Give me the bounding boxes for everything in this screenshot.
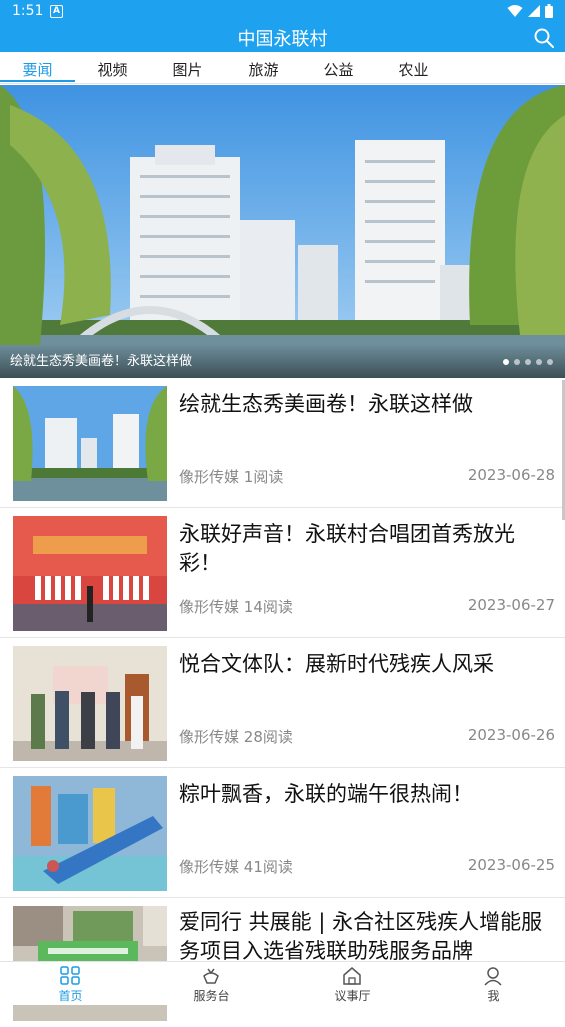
article-meta: 像形传媒 14阅读 (179, 596, 293, 617)
article-source: 像形传媒 (179, 858, 240, 876)
nav-me[interactable]: 我 (423, 962, 564, 1005)
article-thumbnail (13, 646, 167, 761)
banner-caption-bar: 绘就生态秀美画卷！永联这样做 (0, 344, 565, 378)
nav-home-label: 首页 (58, 989, 83, 1003)
article-thumbnail (13, 386, 167, 501)
nav-service[interactable]: 服务台 (141, 962, 282, 1005)
notification-icon: A (50, 5, 63, 18)
service-icon (203, 968, 219, 984)
article-title: 粽叶飘香，永联的端午很热闹！ (179, 782, 473, 806)
tab-active-indicator (0, 80, 75, 82)
nav-service-label: 服务台 (193, 989, 230, 1003)
article-source: 像形传媒 (179, 598, 240, 616)
carousel-dot[interactable] (514, 359, 520, 365)
tab-travel[interactable]: 旅游 (226, 59, 301, 80)
article-item[interactable]: 绘就生态秀美画卷！永联这样做 像形传媒 1阅读 2023-06-28 (0, 378, 565, 508)
article-source: 像形传媒 (179, 468, 240, 486)
article-date: 2023-06-25 (467, 856, 555, 874)
category-tabs: 要闻 视频 图片 旅游 公益 农业 (0, 52, 565, 84)
bottom-navigation: 首页 服务台 议事厅 我 (0, 961, 565, 1005)
nav-me-label: 我 (487, 989, 500, 1003)
app-title: 中国永联村 (237, 29, 328, 50)
article-date: 2023-06-28 (467, 466, 555, 484)
tab-news[interactable]: 要闻 (0, 59, 75, 80)
tab-pictures[interactable]: 图片 (150, 59, 225, 80)
banner-carousel[interactable]: 绘就生态秀美画卷！永联这样做 (0, 85, 565, 378)
carousel-dot[interactable] (547, 359, 553, 365)
article-source: 像形传媒 (179, 728, 240, 746)
article-title: 永联好声音！永联村合唱团首秀放光彩！ (179, 522, 515, 575)
article-item[interactable]: 粽叶飘香，永联的端午很热闹！ 像形传媒 41阅读 2023-06-25 (0, 768, 565, 898)
banner-image (0, 85, 565, 378)
article-reads: 1阅读 (243, 468, 284, 486)
carousel-dot[interactable] (525, 359, 531, 365)
carousel-indicator (503, 359, 553, 365)
nav-home[interactable]: 首页 (0, 962, 141, 1005)
article-title: 爱同行 共展能 | 永合社区残疾人增能服务项目入选省残联助残服务品牌 (179, 910, 543, 963)
article-title: 绘就生态秀美画卷！永联这样做 (179, 392, 473, 416)
article-date: 2023-06-27 (467, 596, 555, 614)
tab-charity[interactable]: 公益 (301, 59, 376, 80)
article-reads: 14阅读 (243, 598, 293, 616)
article-meta: 像形传媒 41阅读 (179, 856, 293, 877)
home-icon (343, 967, 361, 985)
article-date: 2023-06-26 (467, 726, 555, 744)
banner-caption: 绘就生态秀美画卷！永联这样做 (10, 354, 193, 369)
nav-council[interactable]: 议事厅 (282, 962, 423, 1005)
app-bar: 中国永联村 (0, 24, 565, 52)
user-icon (484, 967, 502, 986)
article-thumbnail (13, 516, 167, 631)
article-item[interactable]: 悦合文体队：展新时代残疾人风采 像形传媒 28阅读 2023-06-26 (0, 638, 565, 768)
article-item[interactable]: 永联好声音！永联村合唱团首秀放光彩！ 像形传媒 14阅读 2023-06-27 (0, 508, 565, 638)
carousel-dot[interactable] (536, 359, 542, 365)
article-reads: 41阅读 (243, 858, 293, 876)
wifi-icon (507, 5, 523, 17)
grid-icon (60, 966, 80, 985)
signal-icon (528, 5, 540, 17)
article-thumbnail (13, 776, 167, 891)
carousel-dot[interactable] (503, 359, 509, 365)
status-time: 1:51 (12, 3, 44, 19)
article-title: 悦合文体队：展新时代残疾人风采 (179, 652, 494, 676)
tab-agriculture[interactable]: 农业 (376, 59, 451, 80)
article-meta: 像形传媒 28阅读 (179, 726, 293, 747)
nav-council-label: 议事厅 (334, 989, 371, 1003)
status-bar: 1:51 A (0, 0, 565, 24)
search-icon[interactable] (533, 27, 555, 49)
tab-video[interactable]: 视频 (75, 59, 150, 80)
article-meta: 像形传媒 1阅读 (179, 466, 283, 487)
battery-icon (545, 4, 553, 18)
article-reads: 28阅读 (243, 728, 293, 746)
